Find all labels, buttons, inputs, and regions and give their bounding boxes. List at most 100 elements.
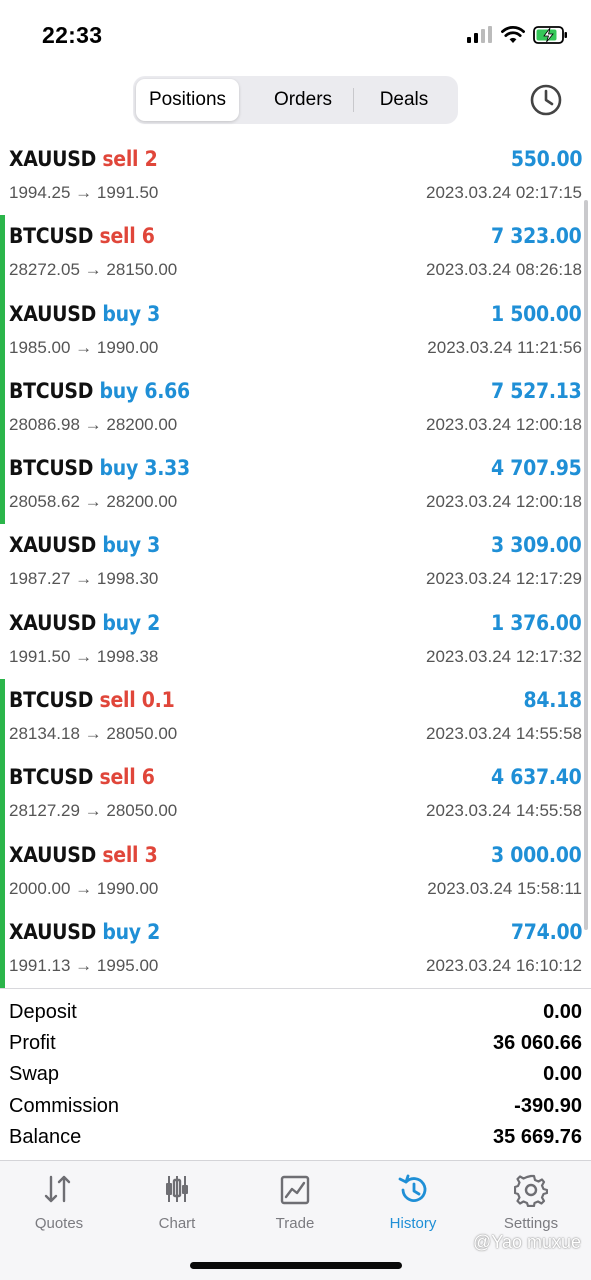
tab-chart[interactable]: Chart [118,1161,236,1241]
row-price-open: 1987.27 [9,569,71,589]
history-row[interactable]: XAUUSD buy 2 774.00 1991.13 → 1995.00 2023.… [0,910,591,989]
summary-value: -390.90 [514,1094,582,1117]
row-side: buy 2 [102,920,160,944]
row-prices: 28058.62 → 28200.00 [9,492,177,512]
arrow-right-icon: → [70,955,97,975]
tab-settings[interactable]: Settings [472,1161,590,1241]
tab-orders[interactable]: Orders [253,79,353,121]
row-side: buy 6.66 [100,378,191,403]
tab-trade[interactable]: Trade [236,1161,354,1241]
row-prices: 1985.00 → 1990.00 [9,338,158,358]
history-row[interactable]: XAUUSD sell 3 3 000.00 2000.00 → 1990.00 20… [0,833,591,911]
row-side: sell 6 [100,224,155,248]
row-side: buy 3 [102,533,160,557]
summary-label: Profit [9,1032,56,1055]
row-prices: 1994.25 → 1991.50 [9,183,158,203]
row-title: XAUUSD sell 2 [9,147,158,171]
row-price-open: 1985.00 [9,337,71,357]
history-row[interactable]: BTCUSD sell 6 4 637.40 28127.29 → 28050.00… [0,756,591,834]
row-prices: 1991.13 → 1995.00 [9,956,158,976]
row-volume: 3 [144,842,158,867]
history-row[interactable]: BTCUSD buy 6.66 7 527.13 28086.98 → 28200.… [0,369,591,448]
row-profit: 3 000.00 [491,842,582,867]
row-volume: 6 [141,224,155,249]
row-price-open: 28272.05 [9,260,80,280]
row-time: 2023.03.24 14:55:58 [426,801,582,821]
row-profit: 3 309.00 [491,533,582,558]
row-side: buy 3 [102,302,160,326]
history-row[interactable]: BTCUSD buy 3.33 4 707.95 28058.62 → 28200.… [0,447,591,525]
row-symbol: XAUUSD [9,842,97,867]
history-row[interactable]: XAUUSD sell 2 550.00 1994.25 → 1991.50 2023… [0,138,591,215]
tab-positions[interactable]: Positions [136,79,239,121]
arrow-right-icon: → [70,878,97,898]
tab-label: Chart [158,1215,196,1232]
row-side-label: sell [99,688,136,713]
scroll-indicator[interactable] [584,200,588,930]
summary: Deposit 0.00 Profit 36 060.66 Swap 0.00 Commis… [0,997,591,1153]
tab-history[interactable]: History [354,1161,472,1241]
row-profit: 7 323.00 [491,224,582,249]
arrow-right-icon: → [79,414,107,434]
row-profit: 1 500.00 [491,301,582,326]
cellular-signal-icon [467,26,492,43]
history-row[interactable]: XAUUSD buy 2 1 376.00 1991.50 → 1998.38 202… [0,602,591,679]
tab-deals[interactable]: Deals [354,79,454,121]
summary-value: 0.00 [543,1001,582,1023]
history-row[interactable]: XAUUSD buy 3 3 309.00 1987.27 → 1998.30 202… [0,524,591,601]
row-side: sell 3 [102,843,157,867]
row-title: BTCUSD sell 0.1 [9,688,175,713]
row-symbol: BTCUSD [9,688,94,713]
history-row[interactable]: XAUUSD buy 3 1 500.00 1985.00 → 1990.00 202… [0,292,591,370]
row-time: 2023.03.24 12:00:18 [426,414,582,434]
row-time: 2023.03.24 12:17:32 [426,646,582,666]
status-time: 22:33 [42,22,103,48]
row-symbol: BTCUSD [9,224,94,249]
row-title: XAUUSD buy 2 [9,611,160,635]
row-time: 2023.03.24 11:21:56 [427,337,582,357]
row-time: 2023.03.24 02:17:15 [426,183,582,202]
row-side: buy 2 [102,611,160,635]
row-title: XAUUSD buy 3 [9,533,160,557]
row-price-close: 1990.00 [96,337,159,357]
row-price-open: 1994.25 [9,183,71,202]
summary-label: Balance [9,1125,82,1148]
row-price-open: 28134.18 [9,724,80,744]
row-volume: 6.66 [144,378,190,403]
row-volume: 0.1 [141,688,175,713]
row-prices: 28127.29 → 28050.00 [9,801,177,821]
gear-icon [514,1174,548,1207]
row-price-close: 28200.00 [106,414,178,434]
history-row[interactable]: BTCUSD sell 0.1 84.18 28134.18 → 28050.00 2… [0,679,591,757]
history-icon [398,1174,427,1202]
row-time: 2023.03.24 08:26:18 [426,260,582,280]
arrow-right-icon: → [79,260,107,280]
row-prices: 1987.27 → 1998.30 [9,569,158,589]
row-indicator-bar [0,447,5,525]
row-symbol: XAUUSD [9,610,97,635]
arrow-right-icon: → [70,183,97,202]
row-volume: 6 [141,765,155,790]
tab-quotes[interactable]: Quotes [0,1161,118,1241]
arrow-right-icon: → [70,337,97,357]
row-prices: 2000.00 → 1990.00 [9,879,158,899]
row-title: BTCUSD sell 6 [9,765,155,789]
summary-label: Commission [9,1094,120,1117]
row-price-close: 1995.00 [96,955,159,975]
row-side: buy 3.33 [100,456,191,480]
row-indicator-bar [0,369,5,448]
row-indicator-bar [0,679,5,757]
row-price-open: 2000.00 [9,878,71,898]
clock-icon[interactable] [528,82,564,118]
row-side: sell 0.1 [100,688,175,712]
row-volume: 2 [147,610,161,635]
history-row[interactable]: BTCUSD sell 6 7 323.00 28272.05 → 28150.00… [0,215,591,293]
row-price-close: 1998.38 [96,646,159,666]
header: Positions Orders Deals [0,76,591,124]
row-volume: 2 [144,147,158,171]
tab-label: Quotes [34,1215,84,1232]
row-price-open: 28086.98 [9,414,80,434]
row-volume: 2 [147,919,161,944]
row-price-close: 1998.30 [96,569,159,589]
row-indicator-bar [0,833,5,911]
